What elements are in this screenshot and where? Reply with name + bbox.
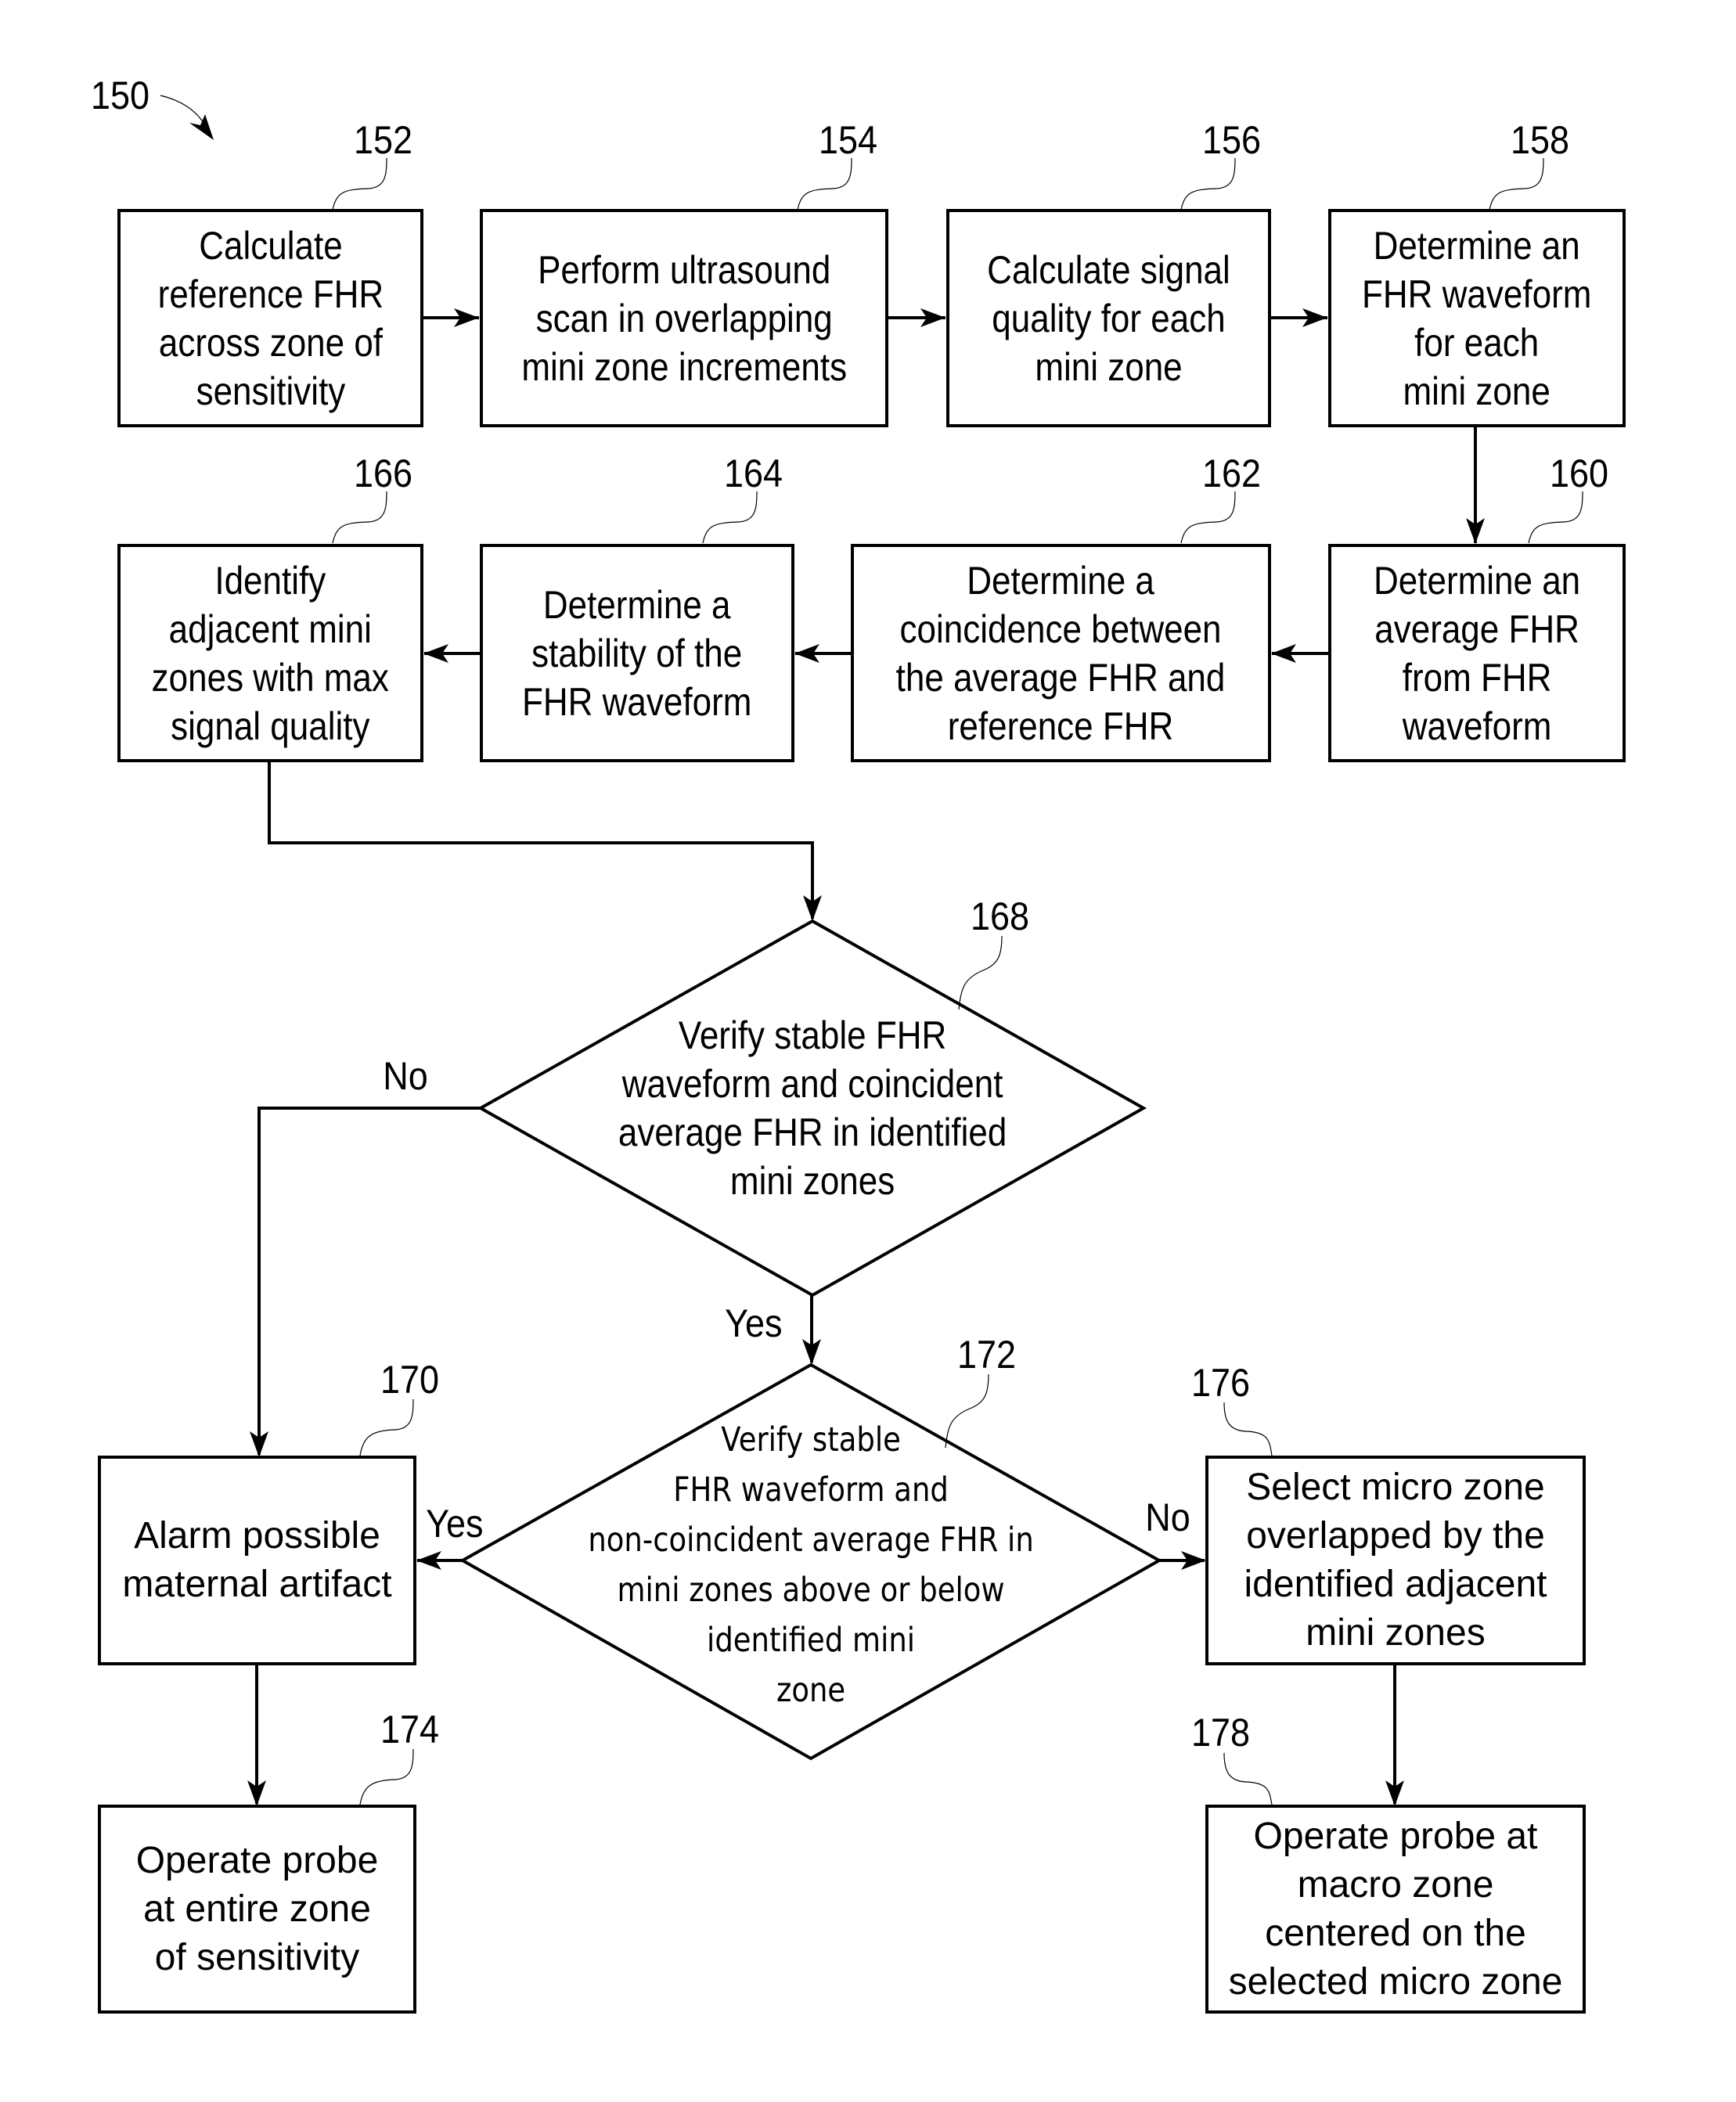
step-170-text: Alarm possible maternal artifact (122, 1515, 392, 1605)
leader-154 (797, 157, 852, 211)
step-154-text: Perform ultrasound scan in overlapping m… (521, 247, 847, 389)
ref-154: 154 (819, 118, 878, 162)
step-174-box: Operate probe at entire zone of sensitiv… (98, 1805, 416, 2014)
step-154-box: Perform ultrasound scan in overlapping m… (480, 209, 888, 427)
leader-158 (1489, 157, 1544, 211)
step-166-text: Identify adjacent mini zones with max si… (151, 558, 390, 748)
connector-168-no-170 (258, 1107, 481, 1455)
leader-152 (332, 157, 387, 211)
step-164-box: Determine a stability of the FHR wavefor… (480, 544, 794, 762)
leader-162 (1180, 491, 1236, 544)
leader-166 (332, 491, 387, 544)
step-170-box: Alarm possible maternal artifact (98, 1456, 416, 1665)
arrowhead-150-icon (189, 114, 214, 140)
ref-162: 162 (1202, 452, 1262, 495)
ref-176: 176 (1191, 1361, 1251, 1405)
leader-170 (359, 1398, 414, 1456)
ref-158: 158 (1511, 118, 1570, 162)
step-160-text: Determine an average FHR from FHR wavefo… (1373, 558, 1581, 748)
decision-168-text: Verify stable FHR waveform and coinciden… (559, 967, 1066, 1249)
step-162-box: Determine a coincidence between the aver… (851, 544, 1271, 762)
ref-174: 174 (380, 1708, 440, 1751)
step-158-box: Determine an FHR waveform for each mini … (1328, 209, 1626, 427)
ref-168: 168 (971, 894, 1030, 938)
leader-174 (359, 1748, 414, 1805)
step-178-text: Operate probe at macro zone centered on … (1228, 1815, 1563, 2003)
step-176-box: Select micro zone overlapped by the iden… (1205, 1456, 1586, 1665)
step-152-box: Calculate reference FHR across zone of s… (117, 209, 423, 427)
decision-168-no-label: No (383, 1054, 428, 1098)
ref-166: 166 (354, 452, 413, 495)
ref-164: 164 (724, 452, 783, 495)
connector-166-168 (268, 761, 814, 919)
step-152-text: Calculate reference FHR across zone of s… (157, 223, 384, 413)
leader-156 (1180, 157, 1236, 211)
ref-152: 152 (354, 118, 413, 162)
decision-172-no-label: No (1145, 1496, 1190, 1539)
decision-172-label: Verify stable FHR waveform and non-coinc… (588, 1420, 1034, 1710)
ref-160: 160 (1550, 452, 1609, 495)
step-176-text: Select micro zone overlapped by the iden… (1244, 1467, 1547, 1654)
ref-172: 172 (957, 1333, 1017, 1377)
leader-176 (1223, 1402, 1273, 1456)
figure-ref-label: 150 (91, 74, 150, 117)
decision-168-label: Verify stable FHR waveform and coinciden… (618, 1013, 1007, 1203)
step-166-box: Identify adjacent mini zones with max si… (117, 544, 423, 762)
leader-164 (702, 491, 758, 544)
step-178-box: Operate probe at macro zone centered on … (1205, 1805, 1586, 2014)
decision-168-yes-label: Yes (725, 1301, 783, 1345)
step-158-text: Determine an FHR waveform for each mini … (1362, 223, 1592, 413)
ref-156: 156 (1202, 118, 1262, 162)
step-162-text: Determine a coincidence between the aver… (896, 558, 1226, 748)
leader-160 (1528, 491, 1583, 544)
ref-178: 178 (1191, 1711, 1251, 1755)
step-156-text: Calculate signal quality for each mini z… (987, 247, 1230, 389)
leader-178 (1223, 1752, 1273, 1805)
step-156-box: Calculate signal quality for each mini z… (946, 209, 1271, 427)
step-160-box: Determine an average FHR from FHR wavefo… (1328, 544, 1626, 762)
decision-172-yes-label: Yes (426, 1502, 484, 1546)
leader-150 (160, 95, 206, 126)
decision-172-text: Verify stable FHR waveform and non-coinc… (517, 1409, 1104, 1722)
step-164-text: Determine a stability of the FHR wavefor… (522, 582, 752, 724)
step-174-text: Operate probe at entire zone of sensitiv… (135, 1839, 379, 1978)
ref-170: 170 (380, 1358, 440, 1402)
